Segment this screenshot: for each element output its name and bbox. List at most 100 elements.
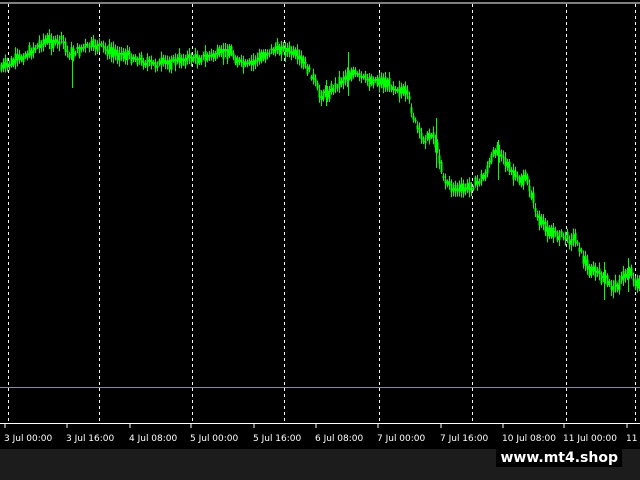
candle-body [266, 53, 269, 56]
candle-body [614, 280, 617, 287]
candle-body [374, 78, 377, 81]
time-axis-label: 5 Jul 16:00 [253, 434, 302, 444]
candle-body [82, 46, 85, 49]
candle-body [572, 234, 575, 241]
candle-body [464, 187, 467, 192]
candle-body [558, 236, 561, 241]
candle-body [408, 95, 411, 100]
candle-body [64, 41, 67, 52]
candle-body [580, 249, 583, 252]
candle-body [504, 158, 507, 167]
candle-body [198, 57, 201, 64]
candle-body [180, 57, 183, 66]
candle-body [334, 83, 337, 88]
candle-body [36, 45, 39, 48]
candle-body [612, 286, 615, 293]
candle-body [328, 89, 331, 100]
candle-body [212, 53, 215, 58]
candle-body [476, 180, 479, 185]
candle-body [248, 60, 251, 65]
candle-body [136, 58, 139, 65]
candle-body [562, 235, 565, 238]
candle-body [310, 76, 313, 79]
candle-body [468, 182, 471, 193]
candle-body [466, 183, 469, 190]
candle-body [494, 150, 497, 157]
candle-body [112, 47, 115, 58]
candle-body [276, 42, 279, 51]
candle-body [606, 275, 609, 286]
candle-body [188, 53, 191, 58]
candle-body [332, 88, 335, 93]
candle-body [166, 60, 169, 65]
candle-body [482, 174, 485, 179]
candle-body [148, 60, 151, 63]
candle-body [304, 61, 307, 64]
candle-body [410, 107, 413, 114]
candle-body [250, 60, 253, 65]
candle-body [26, 53, 29, 58]
time-axis-label: 6 Jul 08:00 [315, 434, 364, 444]
candle-body [18, 53, 21, 60]
candle-body [470, 188, 473, 191]
candle-body [214, 52, 217, 59]
candle-body [244, 61, 247, 66]
candle-body [608, 281, 611, 286]
candle-body [398, 86, 401, 97]
candle-body [534, 207, 537, 212]
candle-body [446, 181, 449, 186]
candle-body [270, 48, 273, 51]
candle-body [62, 40, 65, 43]
time-axis-label: 3 Jul 16:00 [66, 434, 115, 444]
time-axis-label: 11 Jul 00:00 [563, 434, 617, 444]
candle-body [152, 61, 155, 64]
candle-body [12, 59, 15, 66]
candle-body [550, 226, 553, 237]
candle-body [44, 38, 47, 45]
candle-body [90, 40, 93, 47]
price-chart[interactable]: 3 Jul 00:00 3 Jul 16:00 4 Jul 08:00 5 Jul 0… [0, 0, 640, 448]
candle-body [588, 266, 591, 277]
candle-body [516, 175, 519, 178]
candle-body [366, 78, 369, 81]
candle-body [524, 171, 527, 180]
candle-body [206, 54, 209, 61]
candle-body [386, 79, 389, 90]
candle-body [240, 58, 243, 63]
candle-body [478, 181, 481, 184]
candle-body [88, 46, 91, 49]
candle-body [0, 64, 3, 71]
candle-body [290, 51, 293, 56]
candle-body [278, 45, 281, 54]
chart-canvas[interactable]: 3 Jul 00:00 3 Jul 16:00 4 Jul 08:00 5 Jul 0… [0, 0, 640, 448]
candle-body [636, 278, 639, 289]
candle-body [544, 221, 547, 232]
candle-body [360, 76, 363, 79]
candle-body [526, 175, 529, 184]
candle-body [502, 156, 505, 159]
candle-body [404, 86, 407, 97]
candle-body [100, 43, 103, 46]
candle-body [306, 65, 309, 74]
candle-body [358, 73, 361, 78]
candle-body [284, 47, 287, 56]
candle-body [218, 47, 221, 56]
candle-body [142, 60, 145, 67]
candle-body [414, 119, 417, 122]
candle-body [440, 162, 443, 173]
candle-body [518, 177, 521, 184]
candle-body [182, 58, 185, 61]
candle-body [352, 69, 355, 76]
candle-body [420, 132, 423, 139]
candle-body [280, 46, 283, 55]
candle-body [486, 165, 489, 174]
candle-body [564, 237, 567, 240]
candle-body [472, 187, 475, 190]
candle-body [590, 266, 593, 275]
candle-body [234, 57, 237, 64]
candle-body [318, 89, 321, 98]
candle-body [400, 87, 403, 94]
candle-body [376, 77, 379, 86]
candle-body [252, 59, 255, 66]
candle-body [236, 57, 239, 66]
